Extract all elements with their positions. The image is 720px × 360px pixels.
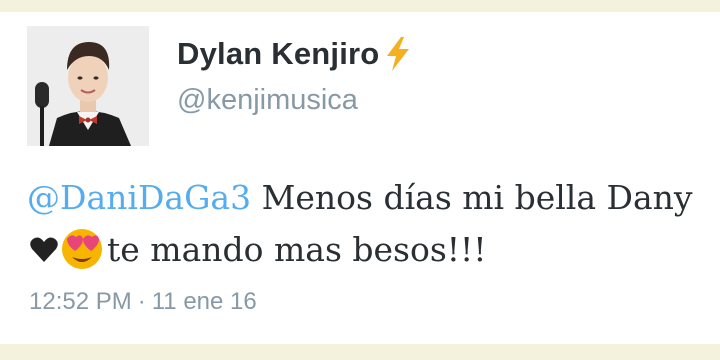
display-name[interactable]: Dylan Kenjiro [177, 36, 379, 72]
user-handle[interactable]: @kenjimusica [177, 84, 358, 117]
page-frame-bottom [0, 344, 720, 360]
tweet-text-part1: Menos días mi bella Dany [251, 178, 693, 217]
avatar[interactable] [27, 26, 149, 146]
lightning-bolt-icon [383, 36, 413, 72]
tweet-date: 11 ene 16 [151, 288, 257, 315]
tweet-text: @DaniDaGa3 Menos días mi bella Dany te ma… [27, 172, 697, 276]
timestamp-separator: · [137, 288, 146, 315]
heart-eyes-face-icon [59, 225, 105, 271]
tweet-card: Dylan Kenjiro @kenjimusica @DaniDaGa3 Me… [0, 12, 720, 344]
name-row: Dylan Kenjiro [177, 34, 413, 74]
avatar-photo [27, 26, 149, 146]
mention-link[interactable]: @DaniDaGa3 [27, 178, 251, 217]
black-heart-icon [29, 236, 59, 264]
page-frame-top [0, 0, 720, 12]
tweet-time: 12:52 PM [29, 288, 132, 315]
tweet-timestamp[interactable]: 12:52 PM · 11 ene 16 [29, 288, 257, 316]
tweet-text-part2: te mando mas besos!!! [107, 230, 487, 269]
